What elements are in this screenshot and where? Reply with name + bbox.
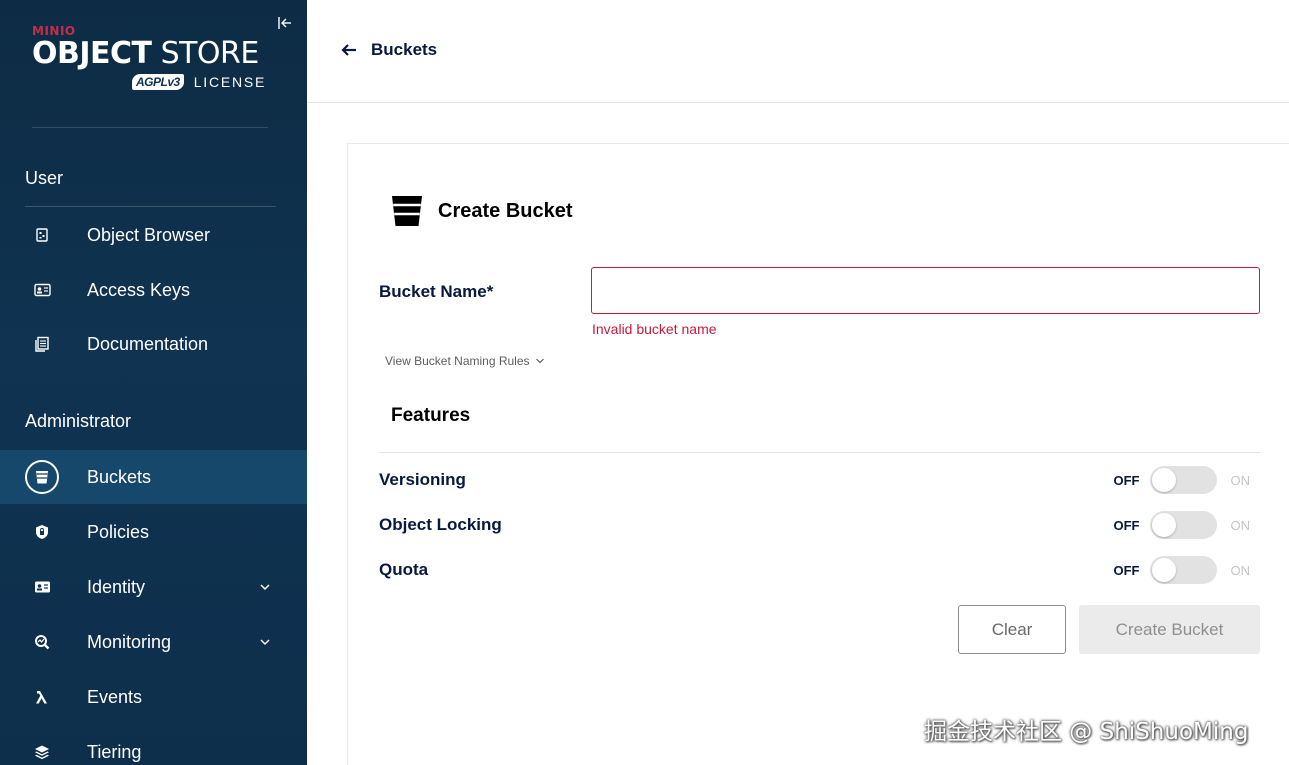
- sidebar-item-label: Access Keys: [87, 279, 191, 300]
- toggle-on-label: ON: [1230, 562, 1251, 578]
- sidebar-item-label: Policies: [87, 521, 150, 542]
- sidebar-item-label: Identity: [87, 576, 146, 597]
- bucket-name-error: Invalid bucket name: [592, 321, 717, 337]
- toggle-on-label: ON: [1230, 472, 1251, 488]
- collapse-sidebar-button[interactable]: [276, 14, 294, 32]
- sidebar-item-label: Object Browser: [87, 224, 211, 245]
- logo-license: AGPLv3 LICENSE: [132, 74, 266, 90]
- sidebar-divider: [32, 127, 268, 128]
- bucket-name-label: Bucket Name*: [379, 282, 494, 301]
- sidebar-item-label: Buckets: [87, 466, 152, 487]
- sidebar-item-events[interactable]: Events: [0, 670, 307, 724]
- identity-icon: [28, 573, 56, 601]
- toggle-off-label: OFF: [1113, 517, 1140, 533]
- logo-product-regular: STORE: [160, 36, 260, 71]
- chevron-down-icon[interactable]: [258, 635, 272, 649]
- back-to-buckets-link[interactable]: Buckets: [341, 38, 437, 62]
- section-title-administrator: Administrator: [25, 411, 132, 431]
- arrow-left-icon: [341, 44, 356, 56]
- page-header: Buckets: [307, 0, 1289, 103]
- features-divider: [379, 452, 1260, 453]
- versioning-toggle-group: OFF ON: [1114, 465, 1261, 495]
- watermark: 掘金技术社区 @ ShiShuoMing: [924, 719, 1249, 745]
- logo-product: OBJECT STORE: [32, 38, 277, 70]
- sidebar-item-monitoring[interactable]: Monitoring: [0, 615, 307, 669]
- versioning-toggle[interactable]: [1149, 466, 1217, 494]
- chevron-down-icon: [535, 358, 544, 364]
- sidebar-item-label: Monitoring: [87, 631, 172, 652]
- toggle-knob: [1151, 513, 1176, 537]
- app-window: MINIO OBJECT STORE AGPLv3 LICENSE User O…: [0, 0, 1289, 765]
- section-title-user: User: [25, 168, 64, 188]
- quota-toggle-group: OFF ON: [1114, 555, 1261, 585]
- collapse-left-icon: [278, 17, 291, 29]
- object-locking-toggle[interactable]: [1149, 511, 1217, 539]
- section-divider-user: [25, 206, 276, 207]
- bucket-name-input[interactable]: [591, 267, 1260, 314]
- breadcrumb: Buckets: [371, 40, 438, 59]
- feature-row-versioning: Versioning OFF ON: [379, 465, 1260, 495]
- monitoring-icon: [28, 628, 56, 656]
- lambda-icon: [28, 683, 56, 711]
- sidebar: MINIO OBJECT STORE AGPLv3 LICENSE User O…: [0, 0, 307, 765]
- toggle-knob: [1151, 558, 1176, 582]
- minio-logo[interactable]: MINIO OBJECT STORE AGPLv3 LICENSE: [32, 24, 277, 104]
- feature-label: Versioning: [379, 470, 466, 489]
- documentation-icon: [28, 330, 56, 358]
- sidebar-item-label: Documentation: [87, 333, 209, 354]
- rules-link-label: View Bucket Naming Rules: [385, 354, 530, 368]
- features-title: Features: [391, 405, 471, 426]
- toggle-off-label: OFF: [1113, 472, 1140, 488]
- view-naming-rules-link[interactable]: View Bucket Naming Rules: [385, 354, 545, 368]
- agpl-badge: AGPLv3: [132, 74, 184, 90]
- sidebar-item-documentation[interactable]: Documentation: [0, 317, 307, 371]
- feature-label: Quota: [379, 560, 429, 579]
- feature-row-quota: Quota OFF ON: [379, 555, 1260, 585]
- feature-label: Object Locking: [379, 515, 502, 534]
- bucket-icon: [25, 460, 59, 494]
- create-bucket-button[interactable]: Create Bucket: [1079, 605, 1260, 654]
- toggle-off-label: OFF: [1113, 562, 1140, 578]
- toggle-knob: [1151, 468, 1176, 492]
- shield-icon: [28, 518, 56, 546]
- toggle-on-label: ON: [1230, 517, 1251, 533]
- create-bucket-card: Create Bucket Bucket Name* Invalid bucke…: [347, 143, 1289, 765]
- sidebar-item-policies[interactable]: Policies: [0, 505, 307, 559]
- logo-product-bold: OBJECT: [32, 36, 152, 71]
- feature-row-object-locking: Object Locking OFF ON: [379, 510, 1260, 540]
- bucket-icon: [392, 196, 422, 226]
- sidebar-item-buckets[interactable]: Buckets: [0, 450, 307, 504]
- layers-icon: [28, 738, 56, 765]
- object-locking-toggle-group: OFF ON: [1114, 510, 1261, 540]
- object-browser-icon: [28, 221, 56, 249]
- clear-button[interactable]: Clear: [958, 605, 1066, 654]
- sidebar-item-label: Tiering: [87, 741, 142, 762]
- card-header: Create Bucket: [390, 194, 573, 228]
- sidebar-item-tiering[interactable]: Tiering: [0, 725, 307, 765]
- sidebar-item-access-keys[interactable]: Access Keys: [0, 263, 307, 317]
- access-keys-icon: [28, 276, 56, 304]
- page-title: Create Bucket: [438, 199, 573, 222]
- chevron-down-icon[interactable]: [258, 580, 272, 594]
- quota-toggle[interactable]: [1149, 556, 1217, 584]
- sidebar-item-identity[interactable]: Identity: [0, 560, 307, 614]
- sidebar-item-label: Events: [87, 686, 143, 707]
- sidebar-item-object-browser[interactable]: Object Browser: [0, 208, 307, 262]
- license-text: LICENSE: [193, 74, 267, 90]
